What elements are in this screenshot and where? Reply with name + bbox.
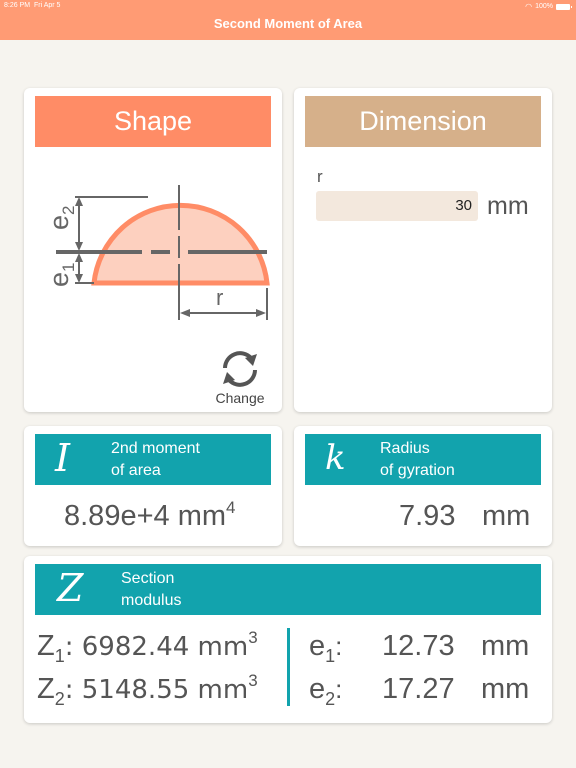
z2-value: : 5148.55 mm [64,675,249,705]
z1-sub: 1 [54,646,65,666]
status-time: 8:26 PM [4,2,31,9]
moment-value: 8.89e+4 mm4 [64,498,236,533]
e2-value: 17.27 [382,673,455,705]
r-arrow-right [256,309,266,317]
e1-sub: 1 [325,646,336,666]
page-title: Second Moment of Area [213,16,363,31]
z1-value: : 6982.44 mm [64,632,249,662]
section-symbol: Z [57,566,84,610]
z2-sub: 2 [54,689,65,709]
r-label: r [216,285,223,310]
moment-label-line2: of area [111,462,161,479]
battery-icon [556,3,572,10]
status-time-date: 8:26 PM Fri Apr 5 [4,2,60,9]
moment-symbol: I [55,436,71,480]
moment-value-text: 8.89e+4 mm [64,500,227,532]
e1-arrow-bottom [75,274,83,283]
moment-card: I 2nd moment of area 8.89e+4 mm4 [24,426,282,546]
section-label-line2: modulus [121,592,182,609]
gyration-value: 7.93 [399,500,456,532]
e2-arrow-top [75,197,83,206]
gyration-label-line1: Radius [380,440,430,457]
section-header: Z Section modulus [35,564,541,615]
wifi-icon: ◠ [525,2,533,11]
moment-label-line1: 2nd moment [111,440,200,457]
z2-row: Z2: 5148.55 mm3 [37,671,258,709]
gyration-card: k Radius of gyration 7.93 mm [294,426,552,546]
e2-label: e2 [44,206,78,231]
dimension-button[interactable]: Dimension [305,96,541,147]
status-bar: 8:26 PM Fri Apr 5 ◠ 100% [0,0,576,12]
dimension-button-label: Dimension [359,106,487,136]
e1-arrow-top [75,253,83,262]
status-indicators: ◠ 100% [525,2,572,11]
nav-bar: Second Moment of Area [0,12,576,40]
e2-row: e2: [309,673,343,709]
z1-exp: 3 [248,628,258,647]
gyration-unit: mm [482,500,531,532]
r-arrow-left [180,309,190,317]
semicircle-shape [91,202,270,286]
e1-label: e1 [44,263,78,288]
e2-colon: : [335,674,343,704]
moment-header: I 2nd moment of area [35,434,271,485]
z1-row: Z1: 6982.44 mm3 [37,628,258,666]
gyration-label-line2: of gyration [380,462,455,479]
e1-colon: : [335,631,343,661]
e1-value: 12.73 [382,630,455,662]
e2-sub: 2 [325,689,336,709]
r-unit: mm [487,192,529,220]
r-field-label: r [317,167,323,186]
section-divider [287,628,290,706]
gyration-symbol: k [325,438,346,478]
dimension-card: Dimension r 30 mm [294,88,552,412]
change-shape-button[interactable]: Change [208,348,272,410]
z2-letter: Z [37,673,55,705]
section-label-line1: Section [121,570,175,587]
change-label: Change [215,390,265,406]
r-input[interactable]: 30 [316,191,478,221]
shape-card: Shape e2 e1 r Change [24,88,282,412]
e2-letter: e [309,673,326,705]
e1-row: e1: [309,630,343,666]
e2-unit: mm [481,673,530,705]
battery-percent: 100% [535,3,553,10]
e1-letter: e [309,630,326,662]
refresh-icon [223,351,257,387]
moment-unit-exponent: 4 [226,498,236,517]
r-input-value: 30 [455,197,472,214]
e2-arrow-bottom [75,242,83,251]
section-card: Z Section modulus Z1: 6982.44 mm3 Z2: 51… [24,556,552,723]
z2-exp: 3 [248,671,258,690]
e1-unit: mm [481,630,530,662]
z1-letter: Z [37,630,55,662]
status-date: Fri Apr 5 [33,2,61,9]
gyration-header: k Radius of gyration [305,434,541,485]
